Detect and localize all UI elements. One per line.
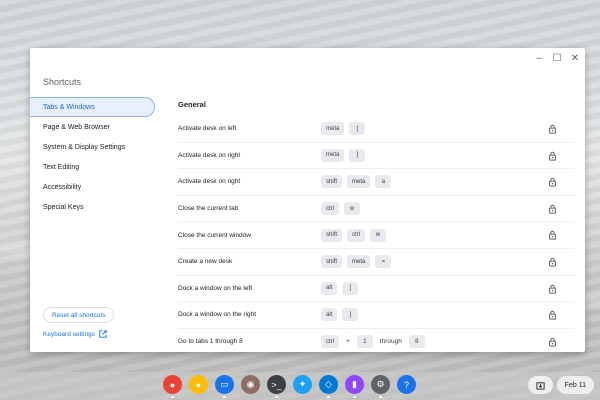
sidebar-item-accessibility[interactable]: Accessibility (30, 177, 155, 197)
key-chip: a (375, 175, 392, 189)
key-chip: = (375, 255, 392, 269)
shortcut-keys: shift ctrl w (321, 228, 387, 242)
key-chip: meta (347, 175, 371, 189)
lock-icon (549, 257, 556, 267)
sidebar-nav: Tabs & Windows Page & Web Browser System… (30, 97, 155, 217)
shortcut-list: Activate desk on left meta[Activate desk … (178, 116, 575, 352)
key-chip: shift (321, 228, 343, 242)
key-chip: 8 (408, 335, 425, 349)
lock-icon (549, 178, 556, 187)
lock-icon (549, 204, 556, 214)
shortcut-row[interactable]: Dock a window on the left alt [ (178, 276, 575, 303)
sidebar-item-system-display[interactable]: System & Display Settings (30, 137, 155, 157)
key-chip: [ (349, 122, 366, 136)
key-chip: alt (321, 308, 338, 322)
shortcut-description: Dock a window on the left (178, 284, 253, 292)
holding-space-button[interactable] (527, 376, 553, 394)
shortcut-keys: meta [ (321, 122, 366, 136)
canary-icon[interactable]: ● (189, 375, 208, 394)
shortcut-keys: shift meta a (321, 175, 392, 189)
vscode-icon[interactable]: ◇ (319, 375, 338, 398)
key-chip: w (370, 228, 387, 242)
status-area: Feb 11 (527, 376, 594, 394)
shortcut-description: Activate desk on left (178, 125, 237, 133)
shortcut-row[interactable]: Close the current tab ctrl w (178, 196, 575, 223)
shortcut-keys: alt] (321, 308, 359, 322)
tray-icon (536, 381, 545, 390)
key-chip: meta (347, 255, 371, 269)
shelf-apps: ● ● ▭ ◉ >_ ✦ ◇ ▮ ⚙? (163, 375, 416, 398)
key-separator: through (379, 338, 402, 346)
shortcuts-window: – ☐ ✕ Shortcuts Tabs & Windows Page & We… (30, 48, 585, 352)
twitter-icon[interactable]: ✦ (293, 375, 312, 394)
shortcut-keys: ctrl w (321, 202, 360, 216)
shortcut-row[interactable]: Activate desk on left meta [ (178, 116, 575, 143)
lock-icon (549, 231, 556, 241)
shortcut-description: Create a new desk (178, 258, 233, 266)
key-chip: shift (321, 175, 343, 189)
shortcut-row[interactable]: Create a new desk shift meta = (178, 249, 575, 276)
twitch-icon[interactable]: ▮ (345, 375, 364, 398)
main-content: General Activate desk on left meta[Activa… (178, 48, 585, 352)
chrome-icon[interactable]: ● (163, 375, 182, 398)
reset-all-shortcuts-button[interactable]: Reset all shortcuts (43, 307, 115, 323)
key-chip: alt (321, 281, 338, 295)
photos-icon[interactable]: ◉ (241, 375, 260, 394)
key-chip: 1 (356, 335, 373, 349)
shortcut-description: Close the current tab (178, 205, 239, 213)
key-chip: ] (349, 148, 366, 162)
key-chip: [ (342, 281, 359, 295)
lock-icon (549, 284, 556, 294)
files-icon[interactable]: ▭ (215, 375, 234, 398)
key-separator: + (346, 338, 350, 346)
shortcut-keys: alt [ (321, 281, 359, 295)
shelf: ● ● ▭ ◉ >_ ✦ ◇ ▮ ⚙? Feb 11 (0, 372, 600, 400)
sidebar-item-text-editing[interactable]: Text Editing (30, 157, 155, 177)
shortcut-row[interactable]: Go to tabs 1 through 8 ctrl +1 through 8 (178, 329, 575, 352)
lock-icon (549, 337, 556, 347)
lock-icon (549, 124, 556, 134)
keyboard-settings-link[interactable]: Keyboard settings (43, 330, 107, 338)
keyboard-settings-label: Keyboard settings (43, 330, 96, 338)
shortcut-row[interactable]: Close the current window shift ctrl w (178, 222, 575, 249)
key-chip: ] (342, 308, 359, 322)
key-chip: meta (321, 148, 345, 162)
shortcut-keys: ctrl +1 through 8 (321, 335, 425, 349)
key-chip: meta (321, 122, 345, 136)
shortcut-description: Dock a window on the right (178, 311, 257, 319)
key-chip: ctrl (321, 335, 339, 349)
key-chip: ctrl (321, 202, 339, 216)
sidebar: Shortcuts Tabs & Windows Page & Web Brow… (30, 48, 168, 352)
terminal-icon[interactable]: >_ (267, 375, 286, 398)
shortcut-keys: shift meta = (321, 255, 392, 269)
lock-icon (549, 310, 556, 320)
help-icon[interactable]: ? (397, 375, 416, 394)
date-display[interactable]: Feb 11 (556, 376, 594, 394)
shortcut-row[interactable]: Dock a window on the right alt] (178, 302, 575, 329)
shortcut-description: Go to tabs 1 through 8 (178, 338, 243, 346)
shortcut-keys: meta] (321, 148, 366, 162)
section-title: General (178, 100, 206, 109)
sidebar-item-special-keys[interactable]: Special Keys (30, 197, 155, 217)
shortcut-description: Activate desk on right (178, 151, 241, 159)
sidebar-item-tabs-windows[interactable]: Tabs & Windows (30, 97, 155, 117)
external-link-icon (99, 330, 107, 338)
lock-icon (549, 151, 556, 161)
key-chip: shift (321, 255, 343, 269)
shortcut-description: Activate desk on right (178, 178, 241, 186)
key-chip: ctrl (347, 228, 366, 242)
shortcut-description: Close the current window (178, 231, 251, 239)
shortcut-row[interactable]: Activate desk on right shift meta a (178, 169, 575, 196)
sidebar-item-page-web-browser[interactable]: Page & Web Browser (30, 117, 155, 137)
shortcut-row[interactable]: Activate desk on right meta] (178, 143, 575, 170)
key-chip: w (344, 202, 360, 216)
settings-icon[interactable]: ⚙ (371, 375, 390, 398)
app-title: Shortcuts (43, 77, 82, 87)
